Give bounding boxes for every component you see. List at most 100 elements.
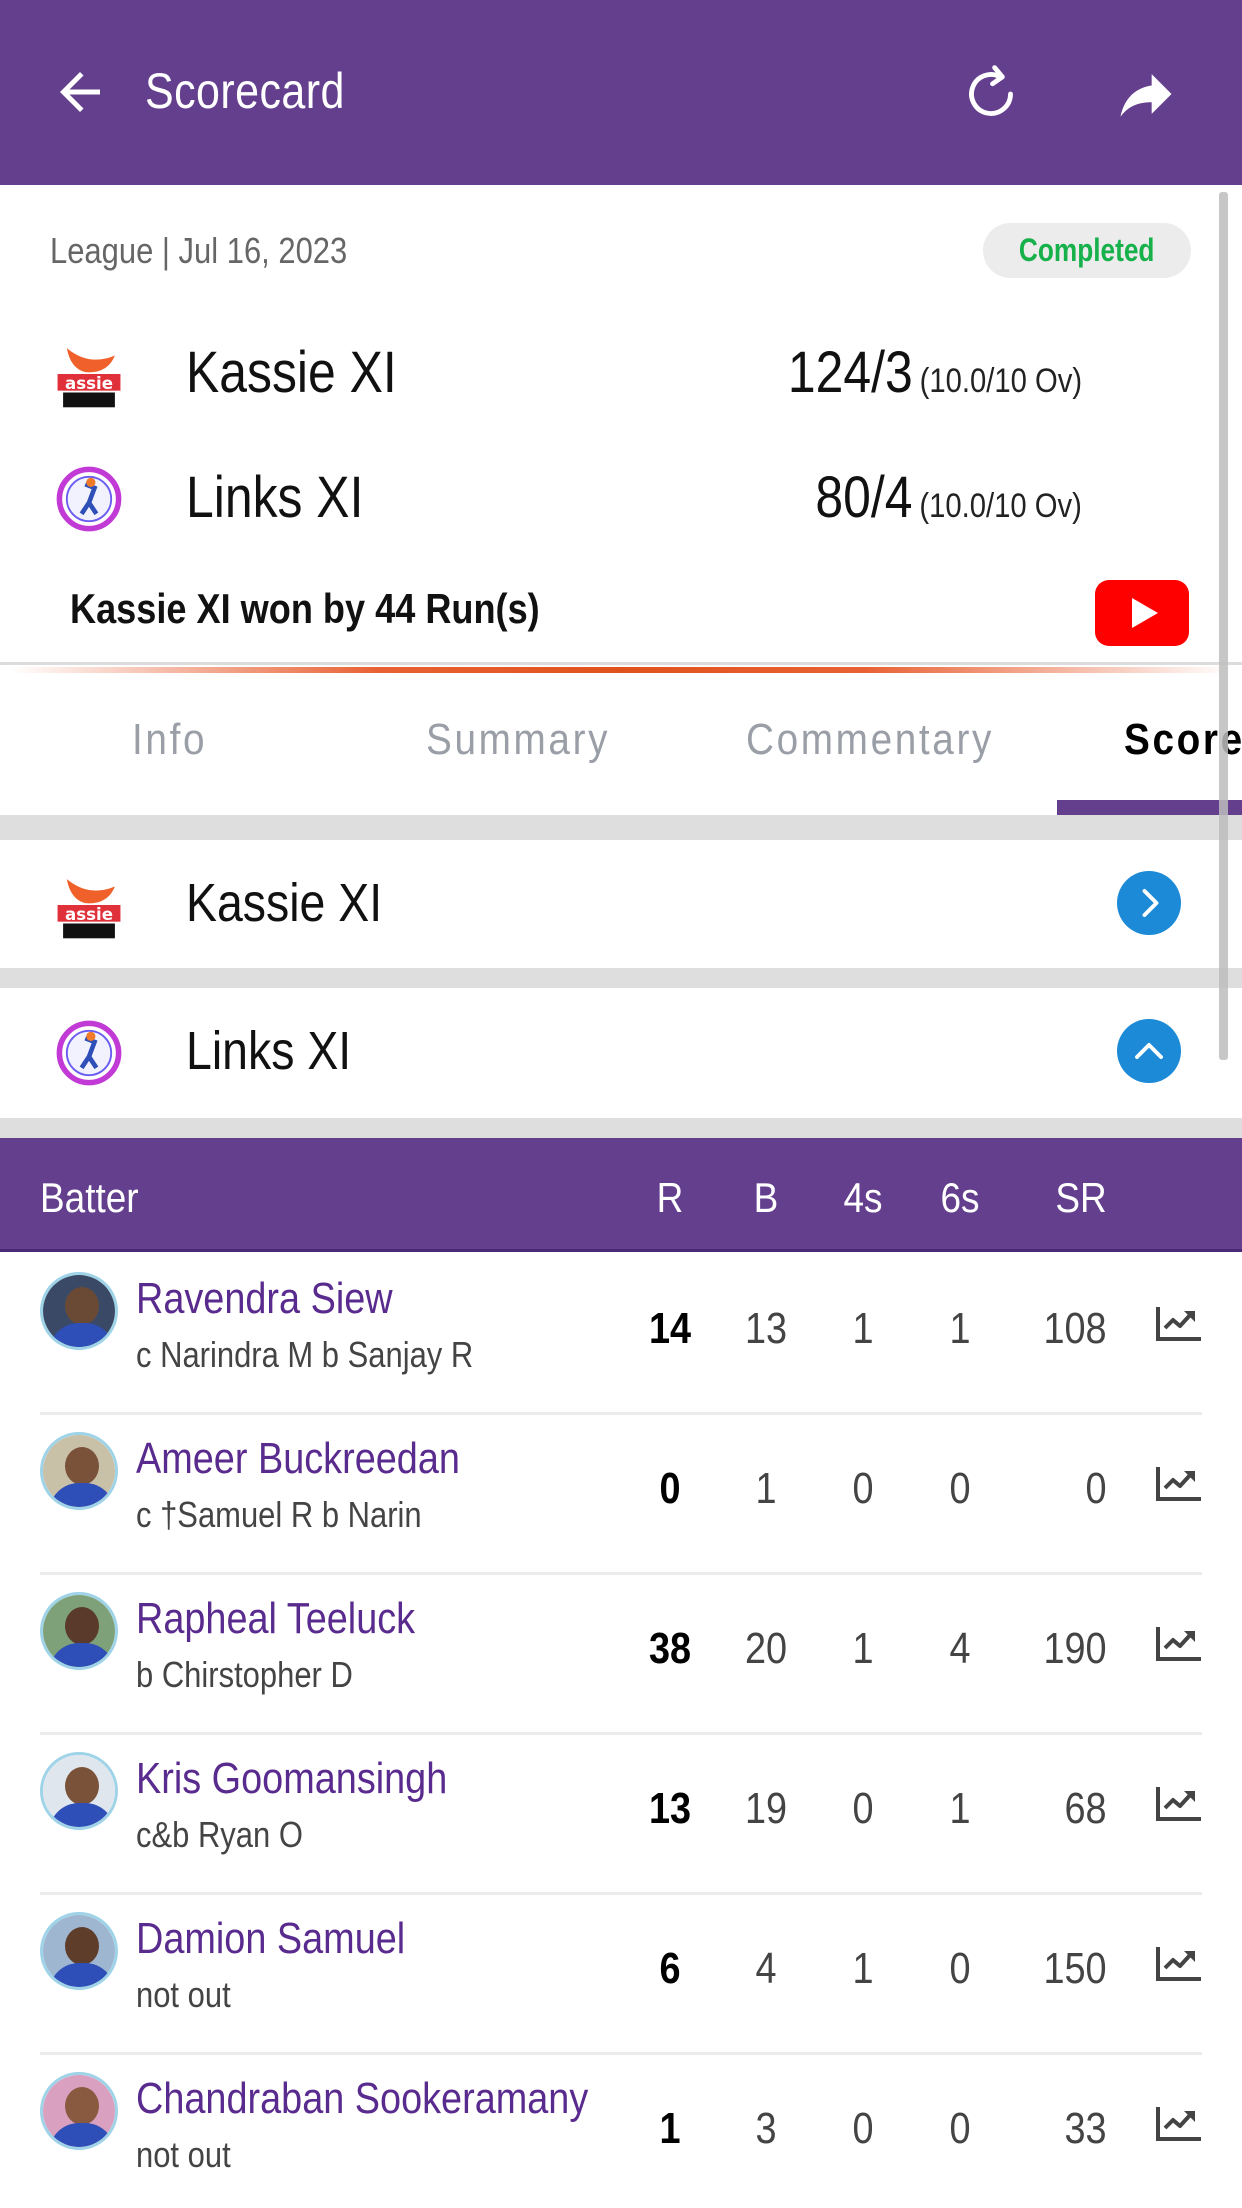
- team-name: Kassie XI: [186, 340, 397, 405]
- avatar[interactable]: [40, 1272, 118, 1350]
- dismissal: c&b Ryan O: [136, 1814, 303, 1855]
- batting-table-header: Batter R B 4s 6s SR: [0, 1138, 1242, 1252]
- header-strike-rate: SR: [1055, 1174, 1107, 1221]
- active-tab-indicator: [1057, 800, 1242, 815]
- innings-row-links-xi[interactable]: Links XI: [0, 988, 1242, 1118]
- avatar-face: [65, 1927, 99, 1965]
- batter-row[interactable]: Damion Samuel not out 6 4 1 0 150: [0, 1892, 1242, 2052]
- batter-row[interactable]: Kris Goomansingh c&b Ryan O 13 19 0 1 68: [0, 1732, 1242, 1892]
- batter-row[interactable]: Chandraban Sookeramany not out 1 3 0 0 33: [0, 2052, 1242, 2208]
- trending-up-chart-icon[interactable]: [1155, 1944, 1203, 1984]
- svg-text:assie: assie: [65, 374, 113, 393]
- fours: 1: [852, 1304, 874, 1353]
- avatar[interactable]: [40, 2072, 118, 2150]
- runs: 6: [659, 1944, 681, 1993]
- trending-up-chart-icon[interactable]: [1155, 2104, 1203, 2144]
- balls: 3: [755, 2104, 777, 2153]
- avatar[interactable]: [40, 1432, 118, 1510]
- avatar-face: [65, 2087, 99, 2125]
- tab-commentary[interactable]: Commentary: [746, 715, 994, 765]
- share-icon[interactable]: [1110, 60, 1182, 128]
- sixes: 4: [949, 1624, 971, 1673]
- overs: (10.0/10 Ov): [919, 487, 1082, 525]
- player-name[interactable]: Damion Samuel: [136, 1914, 405, 1964]
- sixes: 0: [949, 1464, 971, 1513]
- player-name[interactable]: Chandraban Sookeramany: [136, 2074, 588, 2124]
- expand-innings-button[interactable]: [1117, 871, 1181, 935]
- sixes: 0: [949, 2104, 971, 2153]
- chevron-right-icon: [1142, 889, 1159, 917]
- player-name[interactable]: Rapheal Teeluck: [136, 1594, 415, 1644]
- runs: 1: [659, 2104, 681, 2153]
- fours: 1: [852, 1944, 874, 1993]
- player-name[interactable]: Kris Goomansingh: [136, 1754, 447, 1804]
- team-name: Links XI: [186, 465, 364, 530]
- strike-rate: 0: [1085, 1464, 1107, 1513]
- trending-up-chart-icon[interactable]: [1155, 1784, 1203, 1824]
- row-divider: [40, 1732, 1202, 1735]
- scrollbar[interactable]: [1219, 192, 1228, 1060]
- team-score: 124/3 (10.0/10 Ov): [787, 340, 1082, 405]
- balls: 20: [744, 1624, 788, 1673]
- kassie-xi-logo: assie: [57, 879, 121, 939]
- tab-info[interactable]: Info: [132, 715, 207, 765]
- dismissal: c Narindra M b Sanjay R: [136, 1334, 474, 1375]
- tab-bar: Info Summary Commentary Score: [0, 673, 1242, 815]
- header-fours: 4s: [843, 1174, 883, 1221]
- links-xi-logo: [56, 466, 122, 532]
- strike-rate: 108: [1043, 1304, 1107, 1353]
- avatar[interactable]: [40, 1752, 118, 1830]
- header-batter: Batter: [40, 1174, 139, 1221]
- sixes: 1: [949, 1784, 971, 1833]
- avatar-face: [65, 1447, 99, 1485]
- svg-text:assie: assie: [65, 905, 113, 924]
- row-divider: [40, 1412, 1202, 1415]
- player-name[interactable]: Ameer Buckreedan: [136, 1434, 460, 1484]
- fours: 1: [852, 1624, 874, 1673]
- section-gap: [0, 968, 1242, 988]
- innings-team-name: Kassie XI: [186, 873, 383, 933]
- row-divider: [40, 1892, 1202, 1895]
- dismissal: c †Samuel R b Narin: [136, 1494, 422, 1535]
- innings-row-kassie-xi[interactable]: assie Kassie XI: [0, 840, 1242, 968]
- dismissal: not out: [136, 1974, 231, 2015]
- back-arrow-icon[interactable]: [50, 62, 110, 122]
- tab-summary[interactable]: Summary: [426, 715, 610, 765]
- header-sixes: 6s: [940, 1174, 980, 1221]
- team-score-row: assie Kassie XI 124/3 (10.0/10 Ov): [0, 325, 1242, 415]
- collapse-innings-button[interactable]: [1117, 1019, 1181, 1083]
- sixes: 0: [949, 1944, 971, 1993]
- runs: 13: [648, 1784, 692, 1833]
- player-name[interactable]: Ravendra Siew: [136, 1274, 393, 1324]
- app-bar: Scorecard: [0, 0, 1242, 185]
- balls: 4: [755, 1944, 777, 1993]
- dismissal: b Chirstopher D: [136, 1654, 353, 1695]
- avatar[interactable]: [40, 1912, 118, 1990]
- trending-up-chart-icon[interactable]: [1155, 1304, 1203, 1344]
- fours: 0: [852, 1464, 874, 1513]
- avatar-face: [65, 1607, 99, 1645]
- avatar[interactable]: [40, 1592, 118, 1670]
- balls: 19: [744, 1784, 788, 1833]
- fours: 0: [852, 2104, 874, 2153]
- batter-row[interactable]: Ravendra Siew c Narindra M b Sanjay R 14 13…: [0, 1252, 1242, 1412]
- header-balls: B: [753, 1174, 779, 1221]
- batter-row[interactable]: Rapheal Teeluck b Chirstopher D 38 20 1 4 190: [0, 1572, 1242, 1732]
- dismissal: not out: [136, 2134, 231, 2175]
- match-summary-card: League | Jul 16, 2023 Completed assie Ka…: [0, 185, 1242, 665]
- section-gap: [0, 815, 1242, 840]
- section-gap: [0, 1118, 1242, 1138]
- strike-rate: 190: [1043, 1624, 1107, 1673]
- balls: 13: [744, 1304, 788, 1353]
- kassie-xi-logo: assie: [57, 348, 121, 408]
- strike-rate: 150: [1043, 1944, 1107, 1993]
- strike-rate: 68: [1064, 1784, 1107, 1833]
- refresh-icon[interactable]: [955, 58, 1027, 130]
- batter-row[interactable]: Ameer Buckreedan c †Samuel R b Narin 0 1 0 0 0: [0, 1412, 1242, 1572]
- divider: [0, 662, 1242, 665]
- trending-up-chart-icon[interactable]: [1155, 1624, 1203, 1664]
- youtube-icon[interactable]: [1095, 580, 1189, 646]
- trending-up-chart-icon[interactable]: [1155, 1464, 1203, 1504]
- avatar-face: [65, 1767, 99, 1805]
- avatar-face: [65, 1287, 99, 1325]
